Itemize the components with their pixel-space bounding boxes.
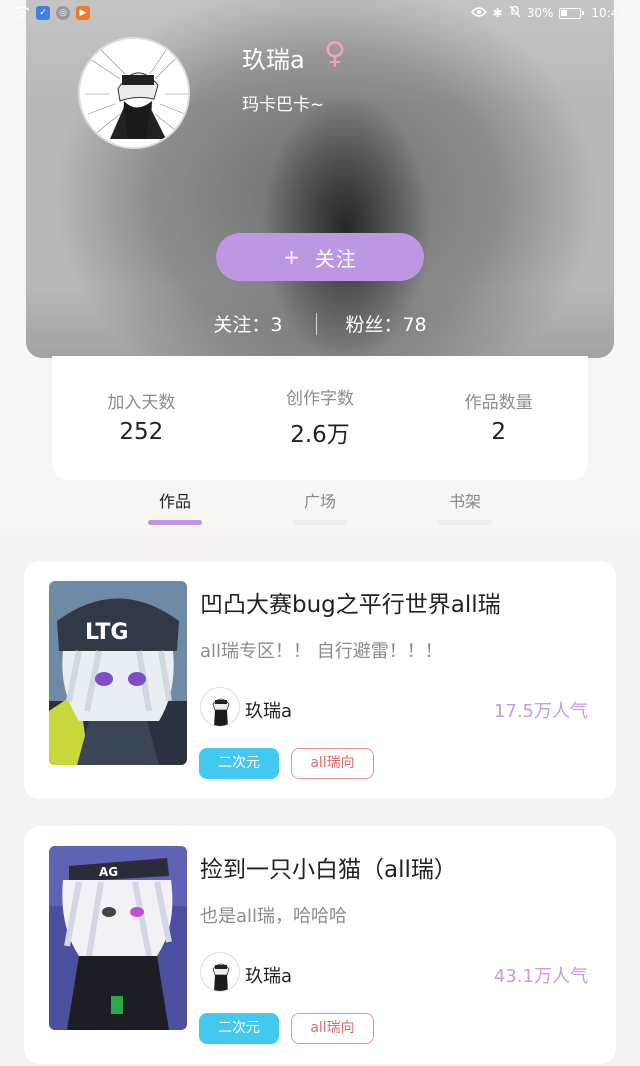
profile-avatar[interactable] bbox=[78, 37, 190, 149]
status-bar-left: ✓ ◎ ▶ bbox=[14, 5, 90, 21]
status-time: 10:47 bbox=[591, 6, 626, 20]
author-name: 玖瑞a bbox=[245, 701, 293, 722]
status-bar: ✓ ◎ ▶ ✱ 30% 10:47 bbox=[0, 0, 640, 26]
work-popularity: 43.1万人气 bbox=[493, 966, 588, 987]
stat-label: 加入天数 bbox=[107, 392, 176, 413]
svg-text:LTG: LTG bbox=[85, 620, 128, 645]
app-notification-icon: ◎ bbox=[56, 6, 70, 20]
stats-card: 加入天数 252 创作字数 2.6万 作品数量 2 bbox=[52, 356, 588, 480]
stat-word-count: 创作字数 2.6万 bbox=[240, 384, 400, 449]
female-icon: ♀ bbox=[324, 36, 346, 71]
tab-works[interactable]: 作品 bbox=[135, 488, 215, 512]
following-label: 关注： bbox=[213, 314, 271, 336]
plus-icon: + bbox=[283, 245, 301, 269]
follow-button-label: 关注 bbox=[314, 246, 357, 271]
stat-value: 252 bbox=[119, 418, 164, 445]
tag-genre[interactable]: 二次元 bbox=[199, 748, 279, 779]
stat-label: 创作字数 bbox=[285, 388, 354, 409]
work-cover-image: LTG bbox=[49, 581, 187, 765]
work-card[interactable]: AG 捡到一只小白猫（all瑞） 也是all瑞，哈哈哈 玖瑞a 43.1万人气 … bbox=[24, 826, 616, 1064]
tab-plaza[interactable]: 广场 bbox=[280, 488, 360, 512]
tag-genre[interactable]: 二次元 bbox=[199, 1013, 279, 1044]
profile-name: 玖瑞a bbox=[242, 46, 305, 74]
stat-label: 作品数量 bbox=[464, 392, 533, 413]
tab-indicator-active bbox=[148, 520, 202, 525]
stat-join-days: 加入天数 252 bbox=[61, 388, 221, 445]
svg-text:AG: AG bbox=[99, 865, 118, 879]
work-title[interactable]: 凹凸大赛bug之平行世界all瑞 bbox=[200, 585, 501, 619]
fans-label: 粉丝： bbox=[345, 314, 403, 336]
work-card[interactable]: LTG 凹凸大赛bug之平行世界all瑞 all瑞专区！！ 自行避雷！！！ 玖瑞… bbox=[24, 561, 616, 799]
tag-pairing[interactable]: all瑞向 bbox=[291, 1013, 374, 1044]
fans-stat[interactable]: 粉丝：78 bbox=[345, 310, 426, 337]
work-title[interactable]: 捡到一只小白猫（all瑞） bbox=[200, 850, 457, 884]
author-avatar[interactable] bbox=[200, 687, 240, 727]
stat-work-count: 作品数量 2 bbox=[419, 388, 579, 445]
following-stat[interactable]: 关注：3 bbox=[213, 310, 282, 337]
following-count: 3 bbox=[270, 314, 283, 336]
tab-bar: 作品 广场 书架 bbox=[0, 486, 640, 530]
stat-value: 2.6万 bbox=[290, 421, 350, 448]
battery-icon bbox=[559, 7, 585, 19]
work-description: 也是all瑞，哈哈哈 bbox=[200, 906, 348, 927]
app-notification-icon: ▶ bbox=[76, 6, 90, 20]
tab-bookshelf[interactable]: 书架 bbox=[425, 488, 505, 512]
mute-icon bbox=[509, 5, 521, 21]
profile-bio: 玛卡巴卡~ bbox=[242, 95, 325, 115]
follow-stats: 关注：3 粉丝：78 bbox=[0, 310, 640, 337]
author-avatar[interactable] bbox=[200, 952, 240, 992]
status-bar-right: ✱ 30% 10:47 bbox=[470, 5, 626, 21]
author-name: 玖瑞a bbox=[245, 966, 293, 987]
work-description: all瑞专区！！ 自行避雷！！！ bbox=[200, 641, 443, 662]
fans-count: 78 bbox=[402, 314, 427, 336]
work-cover-image: AG bbox=[49, 846, 187, 1030]
tag-pairing[interactable]: all瑞向 bbox=[291, 748, 374, 779]
stat-value: 2 bbox=[491, 418, 506, 445]
app-notification-icon: ✓ bbox=[36, 6, 50, 20]
tab-indicator bbox=[438, 520, 492, 525]
eye-icon bbox=[470, 6, 487, 21]
stats-divider bbox=[316, 312, 318, 335]
work-popularity: 17.5万人气 bbox=[493, 701, 588, 722]
tab-indicator bbox=[293, 520, 347, 525]
bluetooth-icon: ✱ bbox=[492, 6, 503, 20]
follow-button[interactable]: + 关注 bbox=[216, 233, 424, 281]
wifi-icon bbox=[14, 5, 30, 21]
battery-percent: 30% bbox=[526, 6, 554, 20]
